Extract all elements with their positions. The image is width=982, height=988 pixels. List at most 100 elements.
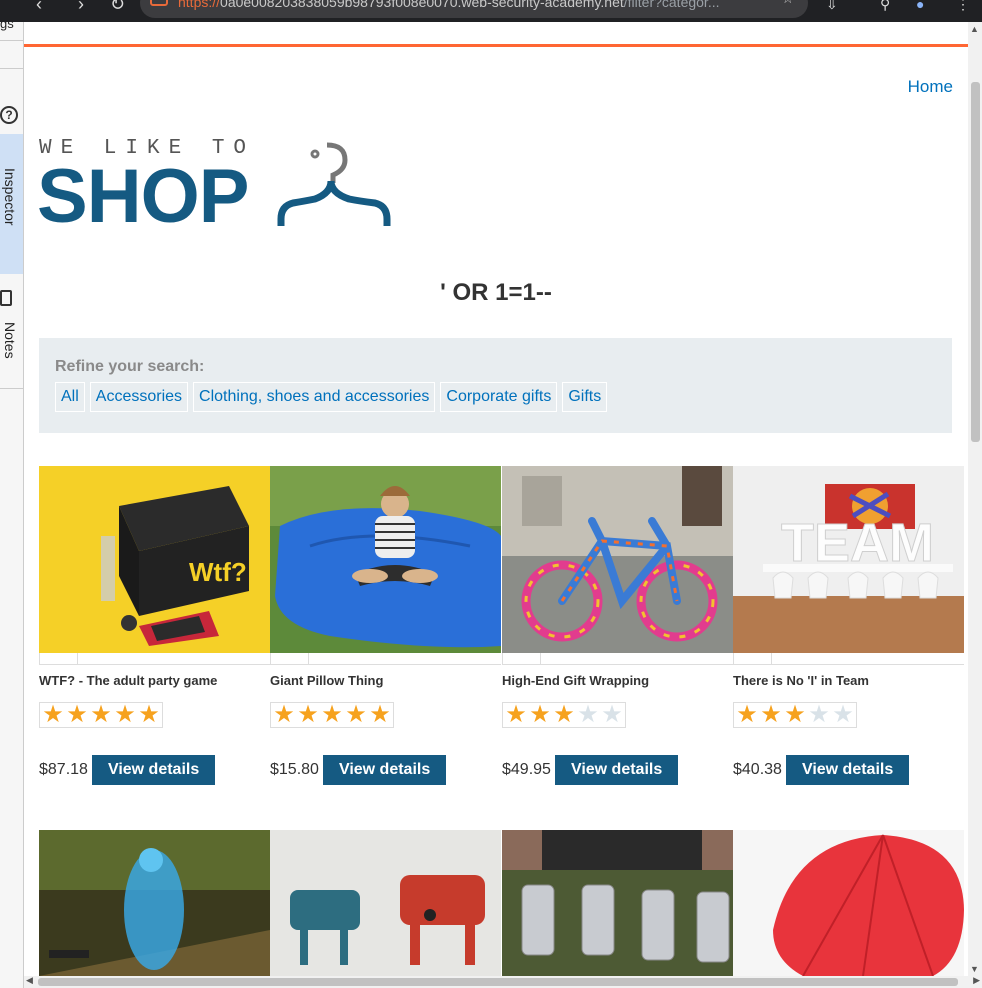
product-name: There is No 'I' in Team — [733, 673, 869, 688]
star-filled-icon: ★ — [273, 701, 295, 728]
product-card — [39, 830, 270, 976]
scrollbar-thumb[interactable] — [971, 82, 980, 442]
product-price: $49.95 — [502, 761, 551, 778]
category-filters: All Accessories Clothing, shoes and acce… — [55, 382, 936, 412]
site-logo[interactable]: WE LIKE TO SHOP — [37, 137, 399, 239]
refine-label: Refine your search: — [55, 358, 205, 375]
product-price: $87.18 — [39, 761, 88, 778]
filter-accessories[interactable]: Accessories — [89, 382, 189, 412]
menu-icon[interactable]: ⋮ — [956, 0, 970, 22]
star-filled-icon: ★ — [760, 701, 782, 728]
vertical-scrollbar[interactable]: ▲ ▼ — [968, 22, 982, 976]
profile-icon[interactable]: ● — [916, 0, 924, 22]
svg-text:Wtf?: Wtf? — [189, 557, 247, 587]
browser-toolbar: ‹ › ↻ https://0a0e008203838059b98793f008… — [0, 0, 982, 22]
product-image[interactable] — [270, 466, 501, 653]
image-caption-bar — [502, 653, 733, 665]
scrollbar-thumb[interactable] — [38, 978, 958, 986]
filter-all[interactable]: All — [55, 382, 85, 412]
filter-clothing[interactable]: Clothing, shoes and accessories — [193, 382, 436, 412]
star-filled-icon: ★ — [553, 701, 575, 728]
scroll-down-icon[interactable]: ▼ — [970, 964, 979, 974]
product-rating: ★ ★ ★ ★ ★ — [502, 702, 626, 728]
image-caption-bar — [39, 653, 270, 665]
product-image[interactable] — [502, 466, 733, 653]
inspector-label: Inspector — [2, 168, 18, 226]
product-card — [502, 830, 733, 976]
product-card: High-End Gift Wrapping ★ ★ ★ ★ ★ $49.95 View… — [502, 466, 733, 785]
product-card — [270, 830, 501, 976]
notes-icon[interactable] — [0, 290, 12, 306]
product-image[interactable] — [502, 830, 733, 976]
sidebar-settings-label[interactable]: gs — [0, 22, 14, 31]
product-name: Giant Pillow Thing — [270, 673, 384, 688]
help-icon[interactable]: ? — [0, 106, 18, 124]
star-filled-icon: ★ — [42, 701, 64, 728]
star-filled-icon: ★ — [529, 701, 551, 728]
view-details-button[interactable]: View details — [322, 755, 447, 785]
product-name: WTF? - The adult party game — [39, 673, 218, 688]
back-icon[interactable]: ‹ — [36, 0, 42, 22]
product-image[interactable] — [733, 830, 964, 976]
product-image[interactable] — [39, 830, 270, 976]
divider — [0, 388, 23, 389]
url-scheme: https:// — [178, 0, 221, 10]
product-image[interactable]: TEAM — [733, 466, 964, 653]
product-rating: ★ ★ ★ ★ ★ — [270, 702, 394, 728]
star-empty-icon: ★ — [577, 701, 599, 728]
product-rating: ★ ★ ★ ★ ★ — [733, 702, 857, 728]
filter-corporate-gifts[interactable]: Corporate gifts — [440, 382, 558, 412]
star-filled-icon: ★ — [321, 701, 343, 728]
scroll-left-icon[interactable]: ◀ — [26, 975, 33, 986]
header-accent-bar — [24, 44, 968, 47]
extensions-icon[interactable]: ⚲ — [880, 0, 890, 22]
scroll-up-icon[interactable]: ▲ — [970, 24, 979, 34]
star-filled-icon: ★ — [114, 701, 136, 728]
product-image[interactable]: Wtf? — [39, 466, 270, 653]
view-details-button[interactable]: View details — [785, 755, 910, 785]
bookmark-star-icon[interactable]: ☆ — [781, 0, 794, 7]
star-filled-icon: ★ — [138, 701, 160, 728]
horizontal-scrollbar[interactable]: ◀ ▶ — [24, 975, 982, 988]
star-filled-icon: ★ — [784, 701, 806, 728]
page-content: Home WE LIKE TO SHOP ' OR 1=1-- Refine y… — [24, 22, 968, 976]
star-filled-icon: ★ — [369, 701, 391, 728]
star-filled-icon: ★ — [345, 701, 367, 728]
logo-word: SHOP — [37, 154, 249, 239]
download-icon[interactable]: ⇩ — [826, 0, 838, 22]
search-term-title: ' OR 1=1-- — [440, 279, 552, 306]
filter-gifts[interactable]: Gifts — [562, 382, 608, 412]
divider — [0, 68, 23, 69]
url-path: /filter?categor... — [623, 0, 720, 10]
devtools-sidebar: gs ? Inspector Notes — [0, 22, 24, 988]
product-card: Giant Pillow Thing ★ ★ ★ ★ ★ $15.80 View det… — [270, 466, 501, 785]
home-link[interactable]: Home — [908, 77, 953, 97]
sidebar-tab-inspector[interactable]: Inspector — [0, 134, 23, 274]
reload-icon[interactable]: ↻ — [110, 0, 125, 22]
product-rating: ★ ★ ★ ★ ★ — [39, 702, 163, 728]
forward-icon[interactable]: › — [78, 0, 84, 22]
view-details-button[interactable]: View details — [554, 755, 679, 785]
image-caption-bar — [733, 653, 964, 665]
refine-search-panel: Refine your search: All Accessories Clot… — [39, 338, 952, 433]
product-card — [733, 830, 964, 976]
star-filled-icon: ★ — [66, 701, 88, 728]
star-empty-icon: ★ — [601, 701, 623, 728]
sidebar-tab-notes[interactable]: Notes — [2, 322, 18, 359]
not-secure-icon[interactable] — [150, 0, 168, 6]
star-empty-icon: ★ — [808, 701, 830, 728]
divider — [0, 40, 23, 41]
hanger-icon — [277, 142, 391, 226]
star-filled-icon: ★ — [505, 701, 527, 728]
product-price: $40.38 — [733, 761, 782, 778]
star-filled-icon: ★ — [90, 701, 112, 728]
url-host: 0a0e008203838059b98793f008e0070.web-secu… — [220, 0, 624, 10]
product-image[interactable] — [270, 830, 501, 976]
product-card: Wtf? WTF? - The adult party game ★ ★ ★ ★ ★ $… — [39, 466, 270, 785]
scroll-right-icon[interactable]: ▶ — [973, 975, 980, 986]
address-bar[interactable]: https://0a0e008203838059b98793f008e0070.… — [140, 0, 808, 18]
product-card: TEAM There is No 'I' in Team ★ ★ ★ ★ ★ $40.3… — [733, 466, 964, 785]
star-filled-icon: ★ — [297, 701, 319, 728]
star-filled-icon: ★ — [736, 701, 758, 728]
view-details-button[interactable]: View details — [91, 755, 216, 785]
